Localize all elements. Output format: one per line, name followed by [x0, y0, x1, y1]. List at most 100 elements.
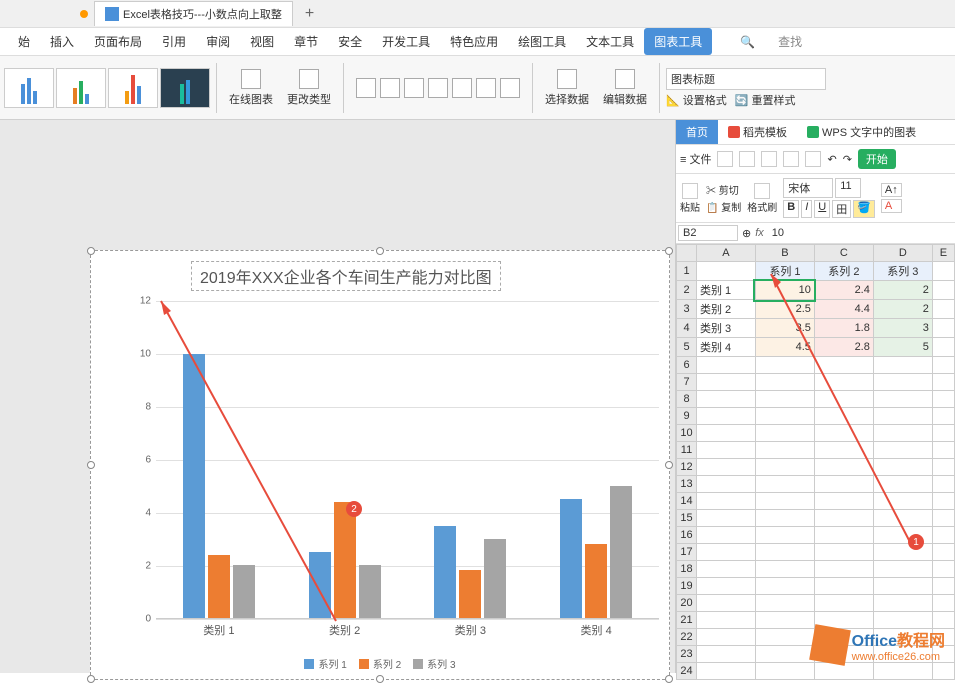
start-button[interactable]: 开始 [858, 149, 896, 169]
resize-handle[interactable] [665, 461, 673, 469]
separator [216, 63, 217, 113]
redo-icon[interactable]: ↷ [843, 153, 852, 166]
chart-elements-group [350, 78, 526, 98]
legend-item: 系列 1 [304, 656, 346, 671]
ribbon-tab-view[interactable]: 视图 [240, 28, 284, 55]
plot-area[interactable]: 024681012 类别 1类别 2类别 3类别 4 [131, 301, 659, 619]
set-format-button[interactable]: 📐 设置格式 [666, 92, 727, 108]
logo-icon [809, 624, 851, 666]
template-icon [728, 126, 740, 138]
function-icon[interactable]: ⊕ [742, 227, 751, 240]
cut-button[interactable]: ✂ 剪切 [706, 182, 741, 197]
resize-handle[interactable] [87, 675, 95, 683]
ribbon-tab-draw[interactable]: 绘图工具 [508, 28, 576, 55]
change-type-button[interactable]: 更改类型 [281, 67, 337, 109]
legend-item: 系列 3 [413, 656, 455, 671]
new-tab-button[interactable]: + [305, 5, 314, 23]
chart-toolbar: 在线图表 更改类型 选择数据 编辑数据 图表标题 📐 设置格式 🔄 重置样式 [0, 56, 955, 120]
swap-icon [299, 69, 319, 89]
undo-icon[interactable]: ↶ [827, 153, 836, 166]
open-icon[interactable] [739, 151, 755, 167]
border-button[interactable]: 田 [832, 200, 851, 218]
fill-button[interactable]: 🪣 [853, 200, 875, 218]
bold-button[interactable]: B [783, 200, 799, 218]
resize-handle[interactable] [87, 461, 95, 469]
format-painter-icon[interactable] [754, 183, 770, 199]
new-icon[interactable] [717, 151, 733, 167]
edit-icon [615, 69, 635, 89]
embedded-spreadsheet-panel: 首页 稻壳模板 WPS 文字中的图表 ≡ 文件 ↶ ↷ 开始 粘贴 ✂ 剪切 📋… [675, 120, 955, 673]
ribbon-tabs: 始 插入 页面布局 引用 审阅 视图 章节 安全 开发工具 特色应用 绘图工具 … [0, 28, 955, 56]
reset-style-button[interactable]: 🔄 重置样式 [735, 92, 796, 108]
font-selector[interactable]: 宋体 [783, 178, 833, 198]
axis-icon[interactable] [356, 78, 376, 98]
ribbon-tab-ref[interactable]: 引用 [152, 28, 196, 55]
label-icon[interactable] [428, 78, 448, 98]
chart-object[interactable]: 2019年XXX企业各个车间生产能力对比图 024681012 类别 1类别 2… [90, 250, 670, 680]
ribbon-tab-section[interactable]: 章节 [284, 28, 328, 55]
legend-icon[interactable] [404, 78, 424, 98]
online-chart-button[interactable]: 在线图表 [223, 67, 279, 109]
document-canvas[interactable]: 2019年XXX企业各个车间生产能力对比图 024681012 类别 1类别 2… [0, 120, 675, 673]
formula-input[interactable]: 10 [768, 226, 953, 240]
chart-style-preset[interactable] [56, 68, 106, 108]
chart-title[interactable]: 2019年XXX企业各个车间生产能力对比图 [191, 261, 501, 291]
resize-handle[interactable] [376, 247, 384, 255]
font-size-selector[interactable]: 11 [835, 178, 861, 198]
resize-handle[interactable] [665, 247, 673, 255]
file-menu[interactable]: ≡ 文件 [680, 151, 711, 167]
font-color-button[interactable]: A [881, 199, 902, 213]
select-data-button[interactable]: 选择数据 [539, 67, 595, 109]
word-icon [105, 7, 119, 21]
paste-icon[interactable] [682, 183, 698, 199]
bars-area: 类别 1类别 2类别 3类别 4 [156, 301, 659, 619]
y-axis: 024681012 [131, 301, 151, 619]
chart-style-preset[interactable] [160, 68, 210, 108]
save-icon[interactable] [761, 151, 777, 167]
resize-handle[interactable] [665, 675, 673, 683]
side-tab-home[interactable]: 首页 [676, 120, 718, 144]
ribbon-tab-featured[interactable]: 特色应用 [440, 28, 508, 55]
ribbon-tab-text[interactable]: 文本工具 [576, 28, 644, 55]
tab-title: Excel表格技巧---小数点向上取整 [123, 6, 282, 22]
separator [343, 63, 344, 113]
increase-font-button[interactable]: A↑ [881, 183, 902, 197]
side-tab-template[interactable]: 稻壳模板 [718, 120, 797, 144]
unsaved-indicator [80, 10, 88, 18]
print-icon[interactable] [783, 151, 799, 167]
preview-icon[interactable] [805, 151, 821, 167]
cell-reference[interactable]: B2 [678, 225, 738, 241]
spreadsheet-grid[interactable]: ABCDE1系列 1系列 2系列 32类别 1102.423类别 22.54.4… [676, 244, 955, 680]
copy-button[interactable]: 📋 复制 [706, 199, 741, 214]
chart-element-selector[interactable]: 图表标题 [666, 68, 826, 90]
chart-legend[interactable]: 系列 1 系列 2 系列 3 [91, 656, 669, 671]
annotation-badge-1: 1 [908, 534, 924, 550]
ribbon-tab-start[interactable]: 始 [8, 28, 40, 55]
side-tab-wps[interactable]: WPS 文字中的图表 [797, 120, 926, 144]
ribbon-tab-layout[interactable]: 页面布局 [84, 28, 152, 55]
search-icon: 🔍 [730, 30, 765, 54]
separator [659, 63, 660, 113]
italic-button[interactable]: I [801, 200, 812, 218]
chart-style-preset[interactable] [108, 68, 158, 108]
ribbon-tab-review[interactable]: 审阅 [196, 28, 240, 55]
ribbon-tab-chart[interactable]: 图表工具 [644, 28, 712, 55]
ribbon-tab-security[interactable]: 安全 [328, 28, 372, 55]
chart-style-preset[interactable] [4, 68, 54, 108]
ribbon-tab-insert[interactable]: 插入 [40, 28, 84, 55]
side-tabs: 首页 稻壳模板 WPS 文字中的图表 [676, 120, 955, 145]
separator [532, 63, 533, 113]
ribbon-tab-dev[interactable]: 开发工具 [372, 28, 440, 55]
title-icon[interactable] [380, 78, 400, 98]
table-icon [557, 69, 577, 89]
trendline-icon[interactable] [476, 78, 496, 98]
underline-button[interactable]: U [814, 200, 830, 218]
resize-handle[interactable] [87, 247, 95, 255]
ribbon-search[interactable]: 🔍 查找 [720, 23, 822, 60]
edit-data-button[interactable]: 编辑数据 [597, 67, 653, 109]
resize-handle[interactable] [376, 675, 384, 683]
annotation-badge-2: 2 [346, 501, 362, 517]
document-tab[interactable]: Excel表格技巧---小数点向上取整 [94, 1, 293, 26]
errorbar-icon[interactable] [500, 78, 520, 98]
grid-icon[interactable] [452, 78, 472, 98]
